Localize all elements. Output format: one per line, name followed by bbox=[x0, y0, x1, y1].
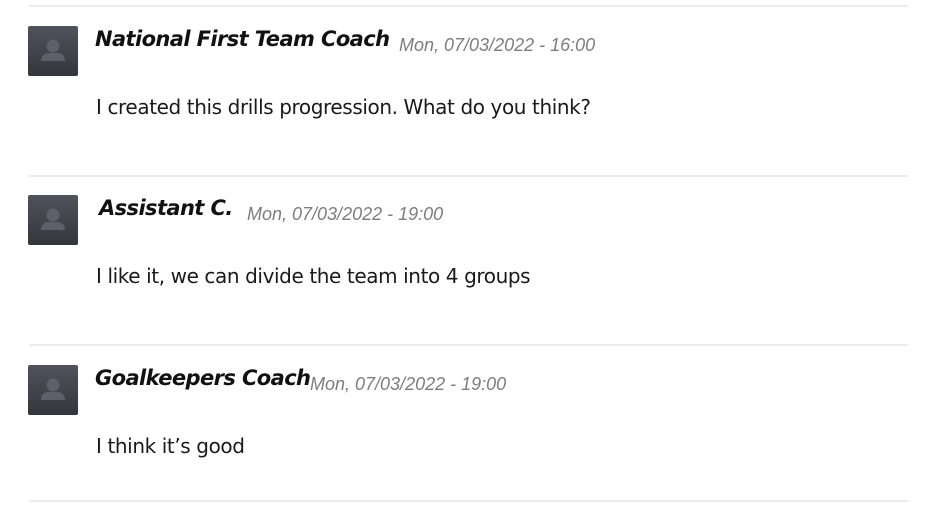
user-silhouette-icon bbox=[41, 39, 65, 61]
comment-item: National First Team Coach Mon, 07/03/202… bbox=[0, 1, 925, 169]
comment-author[interactable]: Assistant C. bbox=[99, 196, 233, 220]
user-silhouette-icon bbox=[41, 208, 65, 230]
comment-body: I created this drills progression. What … bbox=[96, 95, 591, 119]
avatar[interactable] bbox=[28, 195, 78, 245]
avatar[interactable] bbox=[28, 365, 78, 415]
comment-timestamp: Mon, 07/03/2022 - 16:00 bbox=[399, 35, 596, 55]
avatar[interactable] bbox=[28, 26, 78, 76]
comment-body: I think it’s good bbox=[96, 434, 245, 458]
comment-item: Goalkeepers Coach Mon, 07/03/2022 - 19:0… bbox=[0, 340, 925, 508]
comment-item: Assistant C. Mon, 07/03/2022 - 19:00 I l… bbox=[0, 170, 925, 338]
comment-divider bbox=[29, 500, 908, 502]
comment-timestamp: Mon, 07/03/2022 - 19:00 bbox=[310, 374, 507, 394]
comment-body: I like it, we can divide the team into 4… bbox=[96, 264, 531, 288]
user-silhouette-icon bbox=[41, 378, 65, 400]
comment-author[interactable]: National First Team Coach bbox=[95, 27, 390, 51]
comment-author[interactable]: Goalkeepers Coach bbox=[95, 366, 311, 390]
comment-timestamp: Mon, 07/03/2022 - 19:00 bbox=[247, 204, 444, 224]
